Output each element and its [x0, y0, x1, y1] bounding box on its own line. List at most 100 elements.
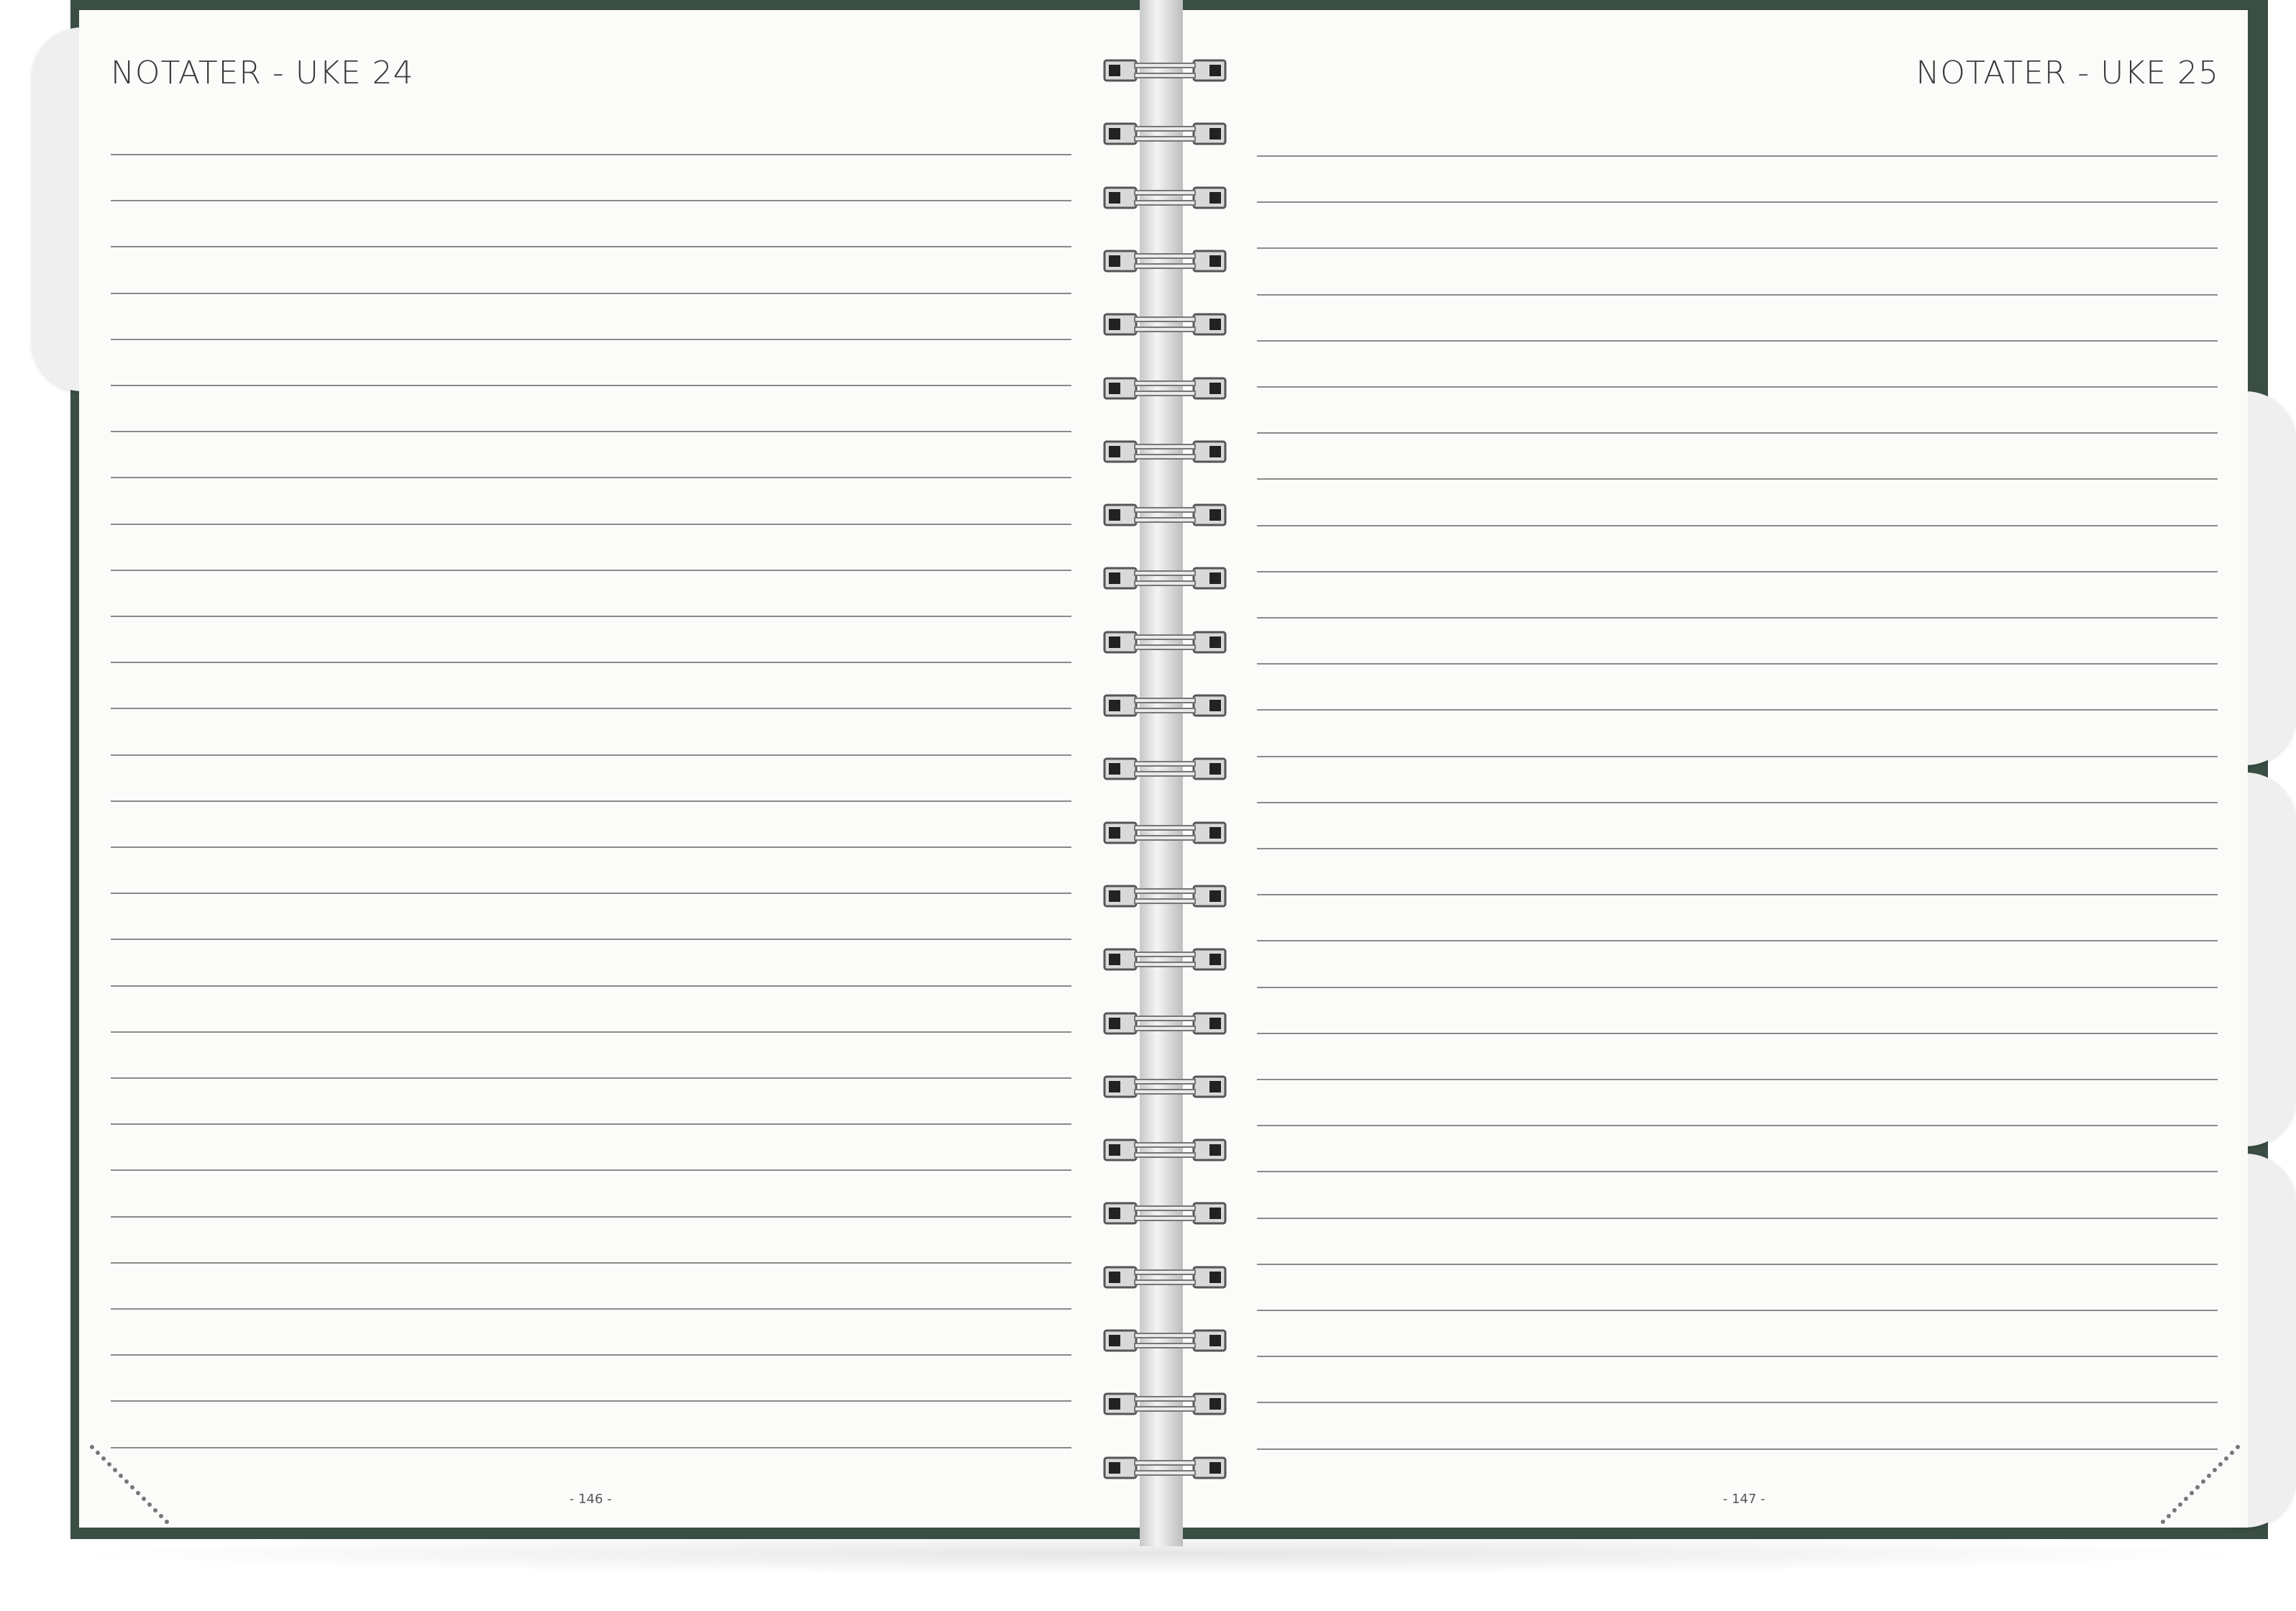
binding-coil: [1103, 377, 1227, 399]
binding-coil: [1103, 1392, 1227, 1415]
ruled-line: [1257, 386, 2218, 388]
corner-dot-guide-icon: [2161, 1445, 2240, 1524]
right-page: NOTATER - UKE 25 - 147 -: [1178, 10, 2248, 1528]
binding-coil: [1103, 1266, 1227, 1289]
corner-dot: [130, 1485, 134, 1489]
binding-coil: [1103, 313, 1227, 336]
left-page: NOTATER - UKE 24 - 146 -: [79, 10, 1143, 1528]
ruled-line: [1257, 247, 2218, 250]
ruled-line: [111, 1446, 1071, 1448]
ruled-line: [1257, 663, 2218, 665]
ruled-line: [1257, 339, 2218, 342]
right-page-number: - 147 -: [1723, 1492, 1765, 1507]
ruled-line: [111, 154, 1071, 155]
binding-coil: [1103, 59, 1227, 82]
ruled-line: [1257, 524, 2218, 526]
right-page-title: NOTATER - UKE 25: [1916, 55, 2219, 91]
ruled-line: [1257, 1263, 2218, 1265]
corner-dot: [90, 1445, 94, 1449]
ruled-line: [1257, 1402, 2218, 1404]
ruled-line: [111, 939, 1071, 941]
ruled-line: [1257, 201, 2218, 204]
ruled-line: [111, 754, 1071, 756]
binding-coil: [1103, 821, 1227, 844]
corner-dot: [2190, 1491, 2194, 1495]
corner-dot: [142, 1497, 146, 1501]
binding-coil: [1103, 250, 1227, 273]
binding-coil: [1103, 694, 1227, 717]
binding-coil: [1103, 1075, 1227, 1098]
binding-coil: [1103, 885, 1227, 908]
ruled-line: [1257, 848, 2218, 849]
corner-dot: [107, 1462, 111, 1466]
ruled-line: [1257, 617, 2218, 619]
corner-dot: [147, 1502, 152, 1507]
binding-coil: [1103, 440, 1227, 463]
ruled-line: [1257, 1356, 2218, 1358]
ruled-line: [1257, 1079, 2218, 1080]
ruled-line: [1257, 755, 2218, 757]
corner-dot: [159, 1514, 163, 1518]
corner-dot: [153, 1508, 157, 1512]
corner-dot: [2161, 1520, 2165, 1524]
corner-dot: [2224, 1456, 2228, 1461]
ruled-line: [1257, 1448, 2218, 1450]
ruled-line: [111, 1261, 1071, 1264]
binding-coil: [1103, 1456, 1227, 1479]
ruled-line: [111, 385, 1071, 386]
ruled-line: [111, 523, 1071, 525]
ruled-line: [1257, 1171, 2218, 1173]
ruled-line: [111, 1215, 1071, 1218]
ruled-line: [111, 1123, 1071, 1126]
ruled-line: [111, 662, 1071, 664]
corner-dot: [2230, 1451, 2234, 1455]
corner-dot: [2236, 1445, 2240, 1449]
ruled-line: [111, 893, 1071, 895]
corner-dot: [2213, 1468, 2217, 1472]
left-page-title: NOTATER - UKE 24: [111, 55, 414, 91]
left-page-number: - 146 -: [570, 1492, 612, 1507]
ruled-line: [111, 1400, 1071, 1402]
corner-dot: [2201, 1479, 2205, 1484]
ruled-line: [111, 246, 1071, 248]
binding-coil: [1103, 503, 1227, 526]
ruled-line: [111, 477, 1071, 479]
ruled-line: [1257, 1125, 2218, 1127]
corner-dot: [2172, 1508, 2177, 1512]
ruled-line: [111, 846, 1071, 848]
ruled-line: [111, 985, 1071, 987]
corner-dot: [2178, 1502, 2182, 1507]
corner-dot: [113, 1468, 117, 1472]
corner-dot: [2167, 1514, 2171, 1518]
binding-coil: [1103, 1202, 1227, 1225]
binding-coil: [1103, 757, 1227, 780]
ruled-line: [111, 1077, 1071, 1079]
corner-dot: [2207, 1474, 2211, 1478]
ruled-line: [1257, 986, 2218, 988]
corner-dot: [119, 1474, 123, 1478]
ruled-line: [1257, 801, 2218, 803]
binding-coil: [1103, 631, 1227, 654]
ruled-line: [1257, 894, 2218, 896]
ruled-line: [111, 708, 1071, 710]
corner-dot: [2218, 1462, 2223, 1466]
ruled-line: [1257, 570, 2218, 572]
corner-dot: [165, 1520, 169, 1524]
ruled-line: [111, 200, 1071, 202]
ruled-line: [1257, 478, 2218, 480]
binding-coil: [1103, 567, 1227, 590]
ruled-line: [111, 1308, 1071, 1310]
ruled-line: [111, 569, 1071, 571]
ruled-line: [111, 338, 1071, 340]
ruled-line: [111, 1354, 1071, 1356]
ruled-line: [1257, 709, 2218, 711]
ruled-line: [111, 292, 1071, 294]
corner-dot: [2195, 1485, 2200, 1489]
binding-coil: [1103, 948, 1227, 971]
ruled-line: [111, 1031, 1071, 1033]
corner-dot: [101, 1456, 106, 1461]
binding-coil: [1103, 1012, 1227, 1034]
ruled-line: [1257, 432, 2218, 434]
binding-coil: [1103, 122, 1227, 145]
ruled-line: [1257, 293, 2218, 296]
